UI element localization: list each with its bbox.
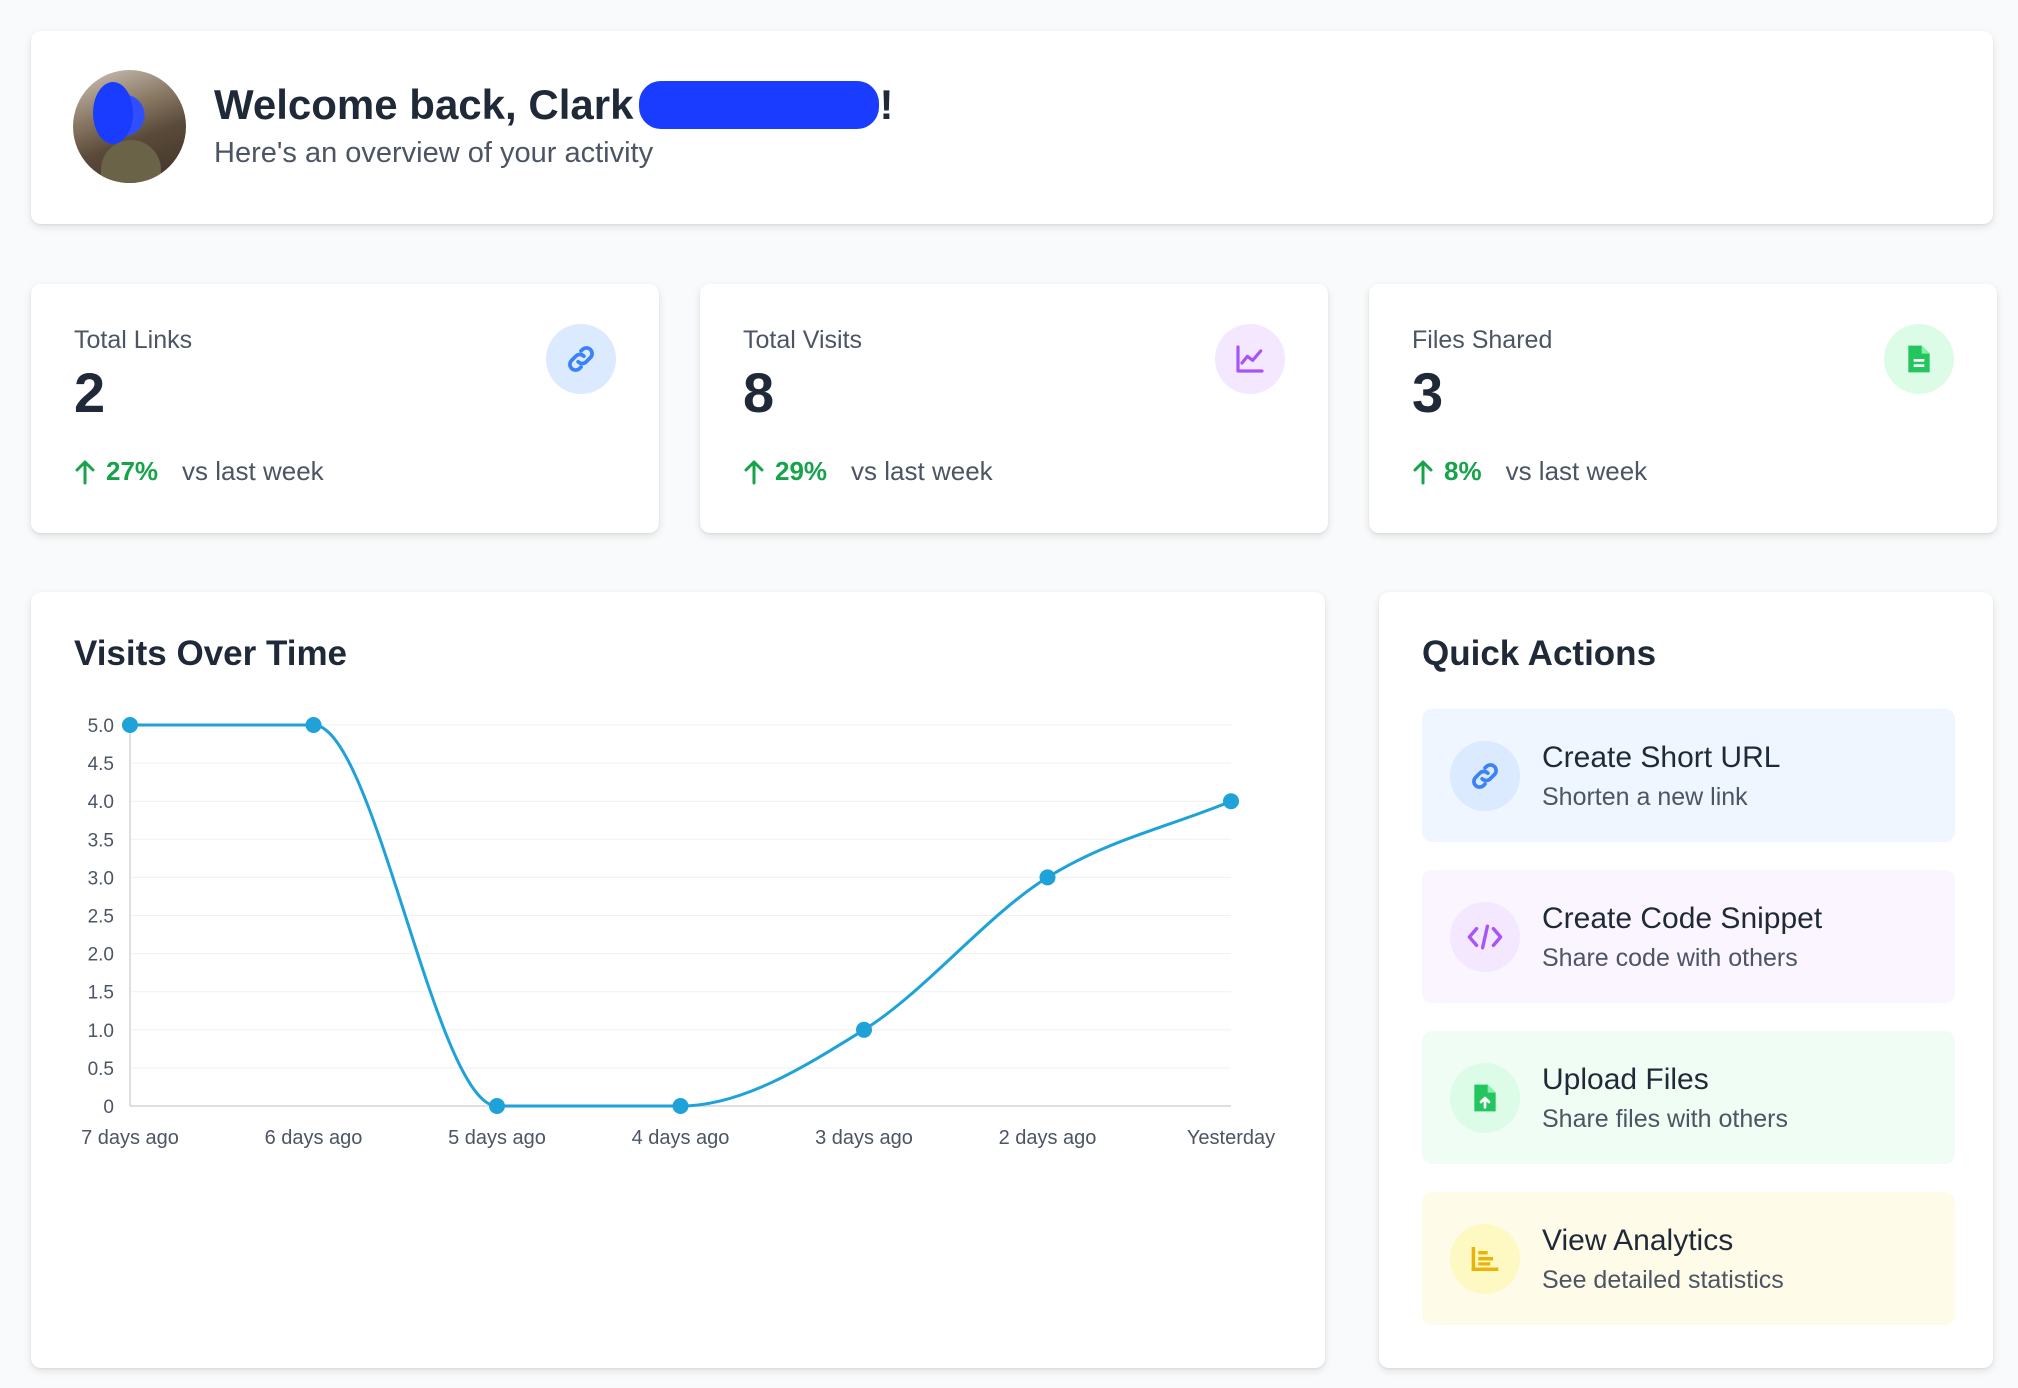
data-point <box>856 1021 872 1038</box>
stat-label: Total Visits <box>743 326 863 354</box>
y-tick-label: 4.5 <box>88 754 114 775</box>
stat-value: 8 <box>743 361 775 424</box>
stat-card-files-shared: Files Shared 3 8% vs last week <box>1369 284 1997 533</box>
action-create-short-url[interactable]: Create Short URL Shorten a new link <box>1422 709 1955 842</box>
stat-change-pct: 8% <box>1444 456 1482 486</box>
stat-change: 27% vs last week <box>74 456 324 487</box>
action-title: Create Short URL <box>1542 741 1781 774</box>
welcome-subtitle: Here's an overview of your activity <box>214 137 654 169</box>
action-desc: Share code with others <box>1542 944 1798 972</box>
quick-actions-card: Quick Actions Create Short URL Shorten a… <box>1379 592 1993 1368</box>
stat-change-vs: vs last week <box>182 456 324 486</box>
y-tick-label: 2.0 <box>88 945 114 966</box>
stat-change: 29% vs last week <box>743 456 993 487</box>
stat-change-vs: vs last week <box>851 456 993 486</box>
welcome-title-text: Welcome back, Clark <box>214 81 634 128</box>
link-icon <box>1450 741 1520 811</box>
welcome-heading: Welcome back, Clark! <box>214 81 893 129</box>
y-tick-label: 5.0 <box>88 716 114 737</box>
data-point <box>1039 869 1056 886</box>
data-point <box>305 717 322 733</box>
chart-line-icon <box>1215 324 1285 394</box>
stat-label: Files Shared <box>1412 326 1553 354</box>
stat-change-vs: vs last week <box>1505 456 1648 486</box>
action-desc: See detailed statistics <box>1542 1266 1784 1294</box>
arrow-up-icon <box>744 460 764 484</box>
x-tick-label: 4 days ago <box>632 1127 730 1149</box>
action-upload-files[interactable]: Upload Files Share files with others <box>1422 1031 1955 1164</box>
y-tick-label: 2.5 <box>88 907 114 928</box>
data-point <box>489 1098 505 1114</box>
data-point <box>672 1098 689 1114</box>
x-tick-label: 7 days ago <box>81 1127 179 1149</box>
data-point <box>1223 793 1239 810</box>
stat-change: 8% vs last week <box>1412 456 1647 487</box>
action-title: View Analytics <box>1542 1224 1734 1257</box>
action-view-analytics[interactable]: View Analytics See detailed statistics <box>1422 1192 1955 1325</box>
welcome-card: Welcome back, Clark! Here's an overview … <box>31 31 1993 224</box>
stat-card-total-links: Total Links 2 27% vs last week <box>31 284 659 533</box>
y-tick-label: 0.5 <box>88 1059 114 1080</box>
y-tick-label: 1.5 <box>88 983 114 1004</box>
y-tick-label: 3.5 <box>88 830 114 851</box>
avatar <box>73 70 186 183</box>
redacted-name <box>639 81 880 129</box>
file-upload-icon <box>1450 1063 1520 1133</box>
stat-change-pct: 29% <box>775 456 828 486</box>
stat-value: 3 <box>1412 361 1444 424</box>
y-tick-label: 0 <box>103 1097 114 1118</box>
x-tick-label: 3 days ago <box>815 1127 913 1149</box>
y-tick-label: 1.0 <box>88 1021 114 1042</box>
arrow-up-icon <box>1413 460 1433 484</box>
data-point <box>122 717 138 733</box>
file-icon <box>1884 324 1954 394</box>
arrow-up-icon <box>75 460 95 484</box>
link-icon <box>546 324 616 394</box>
x-tick-label: Yesterday <box>1187 1127 1275 1149</box>
y-tick-label: 3.0 <box>88 868 114 889</box>
welcome-exclaim: ! <box>879 81 894 128</box>
quick-actions-title: Quick Actions <box>1422 634 1657 673</box>
action-title: Create Code Snippet <box>1542 902 1823 935</box>
y-tick-label: 4.0 <box>88 792 114 813</box>
stat-value: 2 <box>74 361 106 424</box>
stat-change-pct: 27% <box>106 456 159 486</box>
stat-card-total-visits: Total Visits 8 29% vs last week <box>700 284 1328 533</box>
action-create-code-snippet[interactable]: Create Code Snippet Share code with othe… <box>1422 870 1955 1003</box>
action-title: Upload Files <box>1542 1063 1709 1096</box>
action-desc: Share files with others <box>1542 1105 1788 1133</box>
stat-label: Total Links <box>74 326 193 354</box>
x-tick-label: 5 days ago <box>448 1127 546 1149</box>
x-tick-label: 2 days ago <box>999 1127 1097 1149</box>
chart-bar-icon <box>1450 1224 1520 1294</box>
visits-chart-card: Visits Over Time 0 0.5 1.0 1.5 2.0 2.5 3.0 3.5 4… <box>31 592 1325 1368</box>
action-desc: Shorten a new link <box>1542 783 1748 811</box>
visits-line-chart: 0 0.5 1.0 1.5 2.0 2.5 3.0 3.5 4.0 4.5 5.0 7 days ag… <box>81 716 1275 1149</box>
x-tick-label: 6 days ago <box>265 1127 363 1149</box>
code-icon <box>1450 902 1520 972</box>
